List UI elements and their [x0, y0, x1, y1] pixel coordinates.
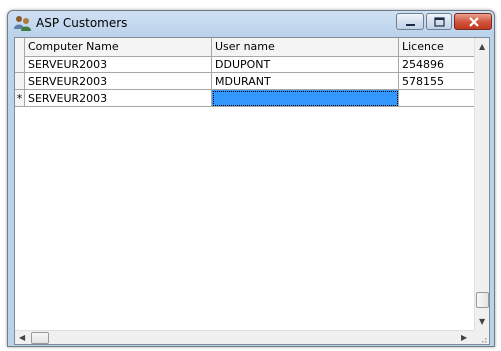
header-corner: [15, 38, 25, 56]
column-header-user-name[interactable]: User name: [212, 38, 399, 56]
row-indicator[interactable]: [15, 73, 25, 90]
computer-name-cell[interactable]: SERVEUR2003: [25, 90, 212, 107]
horizontal-scrollbar[interactable]: ◀ ▶: [15, 330, 474, 344]
row-indicator[interactable]: [15, 56, 25, 73]
licence-cell[interactable]: 578155: [399, 73, 475, 90]
window-title: ASP Customers: [36, 16, 128, 30]
new-row-indicator[interactable]: *: [15, 90, 25, 107]
asp-customers-window: ASP Customers Computer Name User name Li…: [7, 10, 495, 347]
maximize-icon: [434, 17, 445, 27]
close-icon: [469, 17, 479, 27]
scroll-left-arrow-icon[interactable]: ◀: [19, 334, 25, 342]
user-name-cell[interactable]: MDURANT: [212, 73, 399, 90]
grid-header: Computer Name User name Licence: [15, 38, 489, 57]
maximize-button[interactable]: [426, 13, 452, 30]
scroll-up-arrow-icon[interactable]: ▲: [479, 43, 485, 51]
minimize-button[interactable]: [396, 13, 424, 30]
new-row[interactable]: * SERVEUR2003: [15, 90, 475, 107]
computer-name-cell[interactable]: SERVEUR2003: [25, 73, 212, 90]
customers-grid: Computer Name User name Licence SERVEUR2…: [14, 37, 490, 345]
scroll-right-arrow-icon[interactable]: ▶: [461, 334, 467, 342]
close-button[interactable]: [454, 13, 492, 30]
licence-cell[interactable]: [399, 90, 475, 107]
size-grip-icon[interactable]: [474, 330, 489, 344]
column-header-computer-name[interactable]: Computer Name: [25, 38, 212, 56]
column-header-licence[interactable]: Licence: [399, 38, 475, 56]
table-row[interactable]: SERVEUR2003 MDURANT 578155: [15, 73, 475, 90]
user-name-cell[interactable]: DDUPONT: [212, 56, 399, 73]
computer-name-cell[interactable]: SERVEUR2003: [25, 56, 212, 73]
vertical-scrollbar[interactable]: ▲ ▼: [474, 38, 489, 330]
vertical-scroll-thumb[interactable]: [476, 292, 489, 308]
scroll-down-arrow-icon[interactable]: ▼: [479, 318, 485, 326]
users-icon: [14, 15, 32, 31]
title-bar[interactable]: ASP Customers: [8, 11, 494, 35]
table-row[interactable]: SERVEUR2003 DDUPONT 254896: [15, 56, 475, 73]
user-name-cell-selected[interactable]: [212, 90, 399, 107]
minimize-icon: [406, 24, 415, 26]
horizontal-scroll-thumb[interactable]: [31, 332, 49, 344]
licence-cell[interactable]: 254896: [399, 56, 475, 73]
